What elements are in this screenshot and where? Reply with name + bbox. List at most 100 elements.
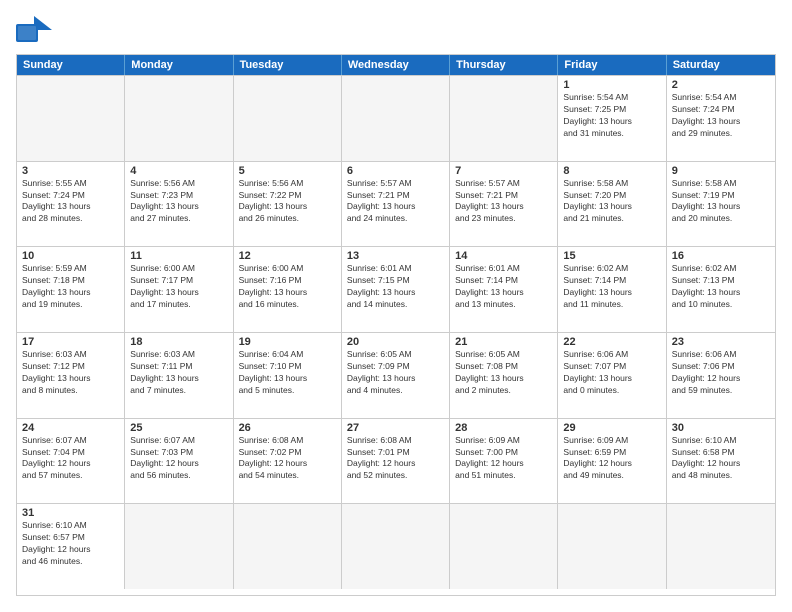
- day-info: Sunrise: 6:01 AM Sunset: 7:14 PM Dayligh…: [455, 263, 552, 311]
- day-info: Sunrise: 6:05 AM Sunset: 7:09 PM Dayligh…: [347, 349, 444, 397]
- day-number: 13: [347, 250, 444, 262]
- header: [16, 16, 776, 44]
- calendar-cell: [558, 504, 666, 589]
- day-info: Sunrise: 6:00 AM Sunset: 7:16 PM Dayligh…: [239, 263, 336, 311]
- calendar-cell: [17, 76, 125, 161]
- day-info: Sunrise: 5:54 AM Sunset: 7:24 PM Dayligh…: [672, 92, 770, 140]
- logo: [16, 16, 56, 44]
- day-number: 11: [130, 250, 227, 262]
- day-number: 1: [563, 79, 660, 91]
- calendar-cell: 25Sunrise: 6:07 AM Sunset: 7:03 PM Dayli…: [125, 419, 233, 504]
- calendar-cell: 20Sunrise: 6:05 AM Sunset: 7:09 PM Dayli…: [342, 333, 450, 418]
- day-number: 21: [455, 336, 552, 348]
- calendar-cell: 11Sunrise: 6:00 AM Sunset: 7:17 PM Dayli…: [125, 247, 233, 332]
- day-info: Sunrise: 6:01 AM Sunset: 7:15 PM Dayligh…: [347, 263, 444, 311]
- calendar-cell: [342, 504, 450, 589]
- day-info: Sunrise: 5:56 AM Sunset: 7:22 PM Dayligh…: [239, 178, 336, 226]
- day-info: Sunrise: 6:10 AM Sunset: 6:57 PM Dayligh…: [22, 520, 119, 568]
- day-number: 29: [563, 422, 660, 434]
- calendar-cell: 9Sunrise: 5:58 AM Sunset: 7:19 PM Daylig…: [667, 162, 775, 247]
- day-number: 19: [239, 336, 336, 348]
- day-number: 5: [239, 165, 336, 177]
- day-number: 14: [455, 250, 552, 262]
- calendar-cell: [450, 76, 558, 161]
- day-number: 6: [347, 165, 444, 177]
- calendar-cell: 4Sunrise: 5:56 AM Sunset: 7:23 PM Daylig…: [125, 162, 233, 247]
- weekday-header-tuesday: Tuesday: [234, 55, 342, 75]
- calendar-cell: 14Sunrise: 6:01 AM Sunset: 7:14 PM Dayli…: [450, 247, 558, 332]
- calendar-row-0: 1Sunrise: 5:54 AM Sunset: 7:25 PM Daylig…: [17, 75, 775, 161]
- calendar-cell: 28Sunrise: 6:09 AM Sunset: 7:00 PM Dayli…: [450, 419, 558, 504]
- calendar-cell: [234, 504, 342, 589]
- day-info: Sunrise: 6:07 AM Sunset: 7:03 PM Dayligh…: [130, 435, 227, 483]
- calendar-cell: 6Sunrise: 5:57 AM Sunset: 7:21 PM Daylig…: [342, 162, 450, 247]
- day-number: 23: [672, 336, 770, 348]
- calendar-cell: 19Sunrise: 6:04 AM Sunset: 7:10 PM Dayli…: [234, 333, 342, 418]
- day-info: Sunrise: 6:06 AM Sunset: 7:06 PM Dayligh…: [672, 349, 770, 397]
- calendar-cell: 26Sunrise: 6:08 AM Sunset: 7:02 PM Dayli…: [234, 419, 342, 504]
- weekday-header-thursday: Thursday: [450, 55, 558, 75]
- day-number: 31: [22, 507, 119, 519]
- calendar-cell: [450, 504, 558, 589]
- day-info: Sunrise: 6:00 AM Sunset: 7:17 PM Dayligh…: [130, 263, 227, 311]
- day-info: Sunrise: 5:55 AM Sunset: 7:24 PM Dayligh…: [22, 178, 119, 226]
- day-info: Sunrise: 6:08 AM Sunset: 7:02 PM Dayligh…: [239, 435, 336, 483]
- day-info: Sunrise: 6:03 AM Sunset: 7:11 PM Dayligh…: [130, 349, 227, 397]
- calendar-row-1: 3Sunrise: 5:55 AM Sunset: 7:24 PM Daylig…: [17, 161, 775, 247]
- calendar-cell: 5Sunrise: 5:56 AM Sunset: 7:22 PM Daylig…: [234, 162, 342, 247]
- day-info: Sunrise: 6:09 AM Sunset: 6:59 PM Dayligh…: [563, 435, 660, 483]
- calendar-cell: [667, 504, 775, 589]
- calendar-cell: 13Sunrise: 6:01 AM Sunset: 7:15 PM Dayli…: [342, 247, 450, 332]
- day-number: 3: [22, 165, 119, 177]
- day-number: 17: [22, 336, 119, 348]
- calendar-cell: 21Sunrise: 6:05 AM Sunset: 7:08 PM Dayli…: [450, 333, 558, 418]
- calendar-cell: 15Sunrise: 6:02 AM Sunset: 7:14 PM Dayli…: [558, 247, 666, 332]
- weekday-header-monday: Monday: [125, 55, 233, 75]
- day-info: Sunrise: 6:05 AM Sunset: 7:08 PM Dayligh…: [455, 349, 552, 397]
- calendar-cell: 31Sunrise: 6:10 AM Sunset: 6:57 PM Dayli…: [17, 504, 125, 589]
- day-number: 18: [130, 336, 227, 348]
- day-number: 4: [130, 165, 227, 177]
- calendar-cell: 3Sunrise: 5:55 AM Sunset: 7:24 PM Daylig…: [17, 162, 125, 247]
- day-info: Sunrise: 6:09 AM Sunset: 7:00 PM Dayligh…: [455, 435, 552, 483]
- calendar-cell: 8Sunrise: 5:58 AM Sunset: 7:20 PM Daylig…: [558, 162, 666, 247]
- calendar-cell: 30Sunrise: 6:10 AM Sunset: 6:58 PM Dayli…: [667, 419, 775, 504]
- calendar-body: 1Sunrise: 5:54 AM Sunset: 7:25 PM Daylig…: [17, 75, 775, 589]
- day-number: 7: [455, 165, 552, 177]
- calendar-cell: 18Sunrise: 6:03 AM Sunset: 7:11 PM Dayli…: [125, 333, 233, 418]
- day-info: Sunrise: 5:57 AM Sunset: 7:21 PM Dayligh…: [347, 178, 444, 226]
- calendar-cell: 2Sunrise: 5:54 AM Sunset: 7:24 PM Daylig…: [667, 76, 775, 161]
- day-number: 10: [22, 250, 119, 262]
- day-number: 2: [672, 79, 770, 91]
- calendar-cell: [234, 76, 342, 161]
- day-info: Sunrise: 6:02 AM Sunset: 7:13 PM Dayligh…: [672, 263, 770, 311]
- day-info: Sunrise: 5:57 AM Sunset: 7:21 PM Dayligh…: [455, 178, 552, 226]
- weekday-header-wednesday: Wednesday: [342, 55, 450, 75]
- calendar-cell: [125, 504, 233, 589]
- weekday-header-sunday: Sunday: [17, 55, 125, 75]
- day-number: 20: [347, 336, 444, 348]
- day-number: 28: [455, 422, 552, 434]
- day-info: Sunrise: 6:10 AM Sunset: 6:58 PM Dayligh…: [672, 435, 770, 483]
- weekday-header-friday: Friday: [558, 55, 666, 75]
- day-number: 25: [130, 422, 227, 434]
- calendar-cell: 22Sunrise: 6:06 AM Sunset: 7:07 PM Dayli…: [558, 333, 666, 418]
- generalblue-logo-icon: [16, 16, 52, 44]
- day-info: Sunrise: 6:08 AM Sunset: 7:01 PM Dayligh…: [347, 435, 444, 483]
- day-number: 8: [563, 165, 660, 177]
- day-info: Sunrise: 5:56 AM Sunset: 7:23 PM Dayligh…: [130, 178, 227, 226]
- calendar-row-4: 24Sunrise: 6:07 AM Sunset: 7:04 PM Dayli…: [17, 418, 775, 504]
- calendar-cell: 27Sunrise: 6:08 AM Sunset: 7:01 PM Dayli…: [342, 419, 450, 504]
- calendar-row-5: 31Sunrise: 6:10 AM Sunset: 6:57 PM Dayli…: [17, 503, 775, 589]
- calendar-cell: [125, 76, 233, 161]
- calendar-cell: 23Sunrise: 6:06 AM Sunset: 7:06 PM Dayli…: [667, 333, 775, 418]
- calendar-row-2: 10Sunrise: 5:59 AM Sunset: 7:18 PM Dayli…: [17, 246, 775, 332]
- calendar-cell: 1Sunrise: 5:54 AM Sunset: 7:25 PM Daylig…: [558, 76, 666, 161]
- day-number: 22: [563, 336, 660, 348]
- calendar: SundayMondayTuesdayWednesdayThursdayFrid…: [16, 54, 776, 596]
- calendar-cell: 10Sunrise: 5:59 AM Sunset: 7:18 PM Dayli…: [17, 247, 125, 332]
- calendar-header: SundayMondayTuesdayWednesdayThursdayFrid…: [17, 55, 775, 75]
- day-info: Sunrise: 6:07 AM Sunset: 7:04 PM Dayligh…: [22, 435, 119, 483]
- calendar-cell: 16Sunrise: 6:02 AM Sunset: 7:13 PM Dayli…: [667, 247, 775, 332]
- day-number: 30: [672, 422, 770, 434]
